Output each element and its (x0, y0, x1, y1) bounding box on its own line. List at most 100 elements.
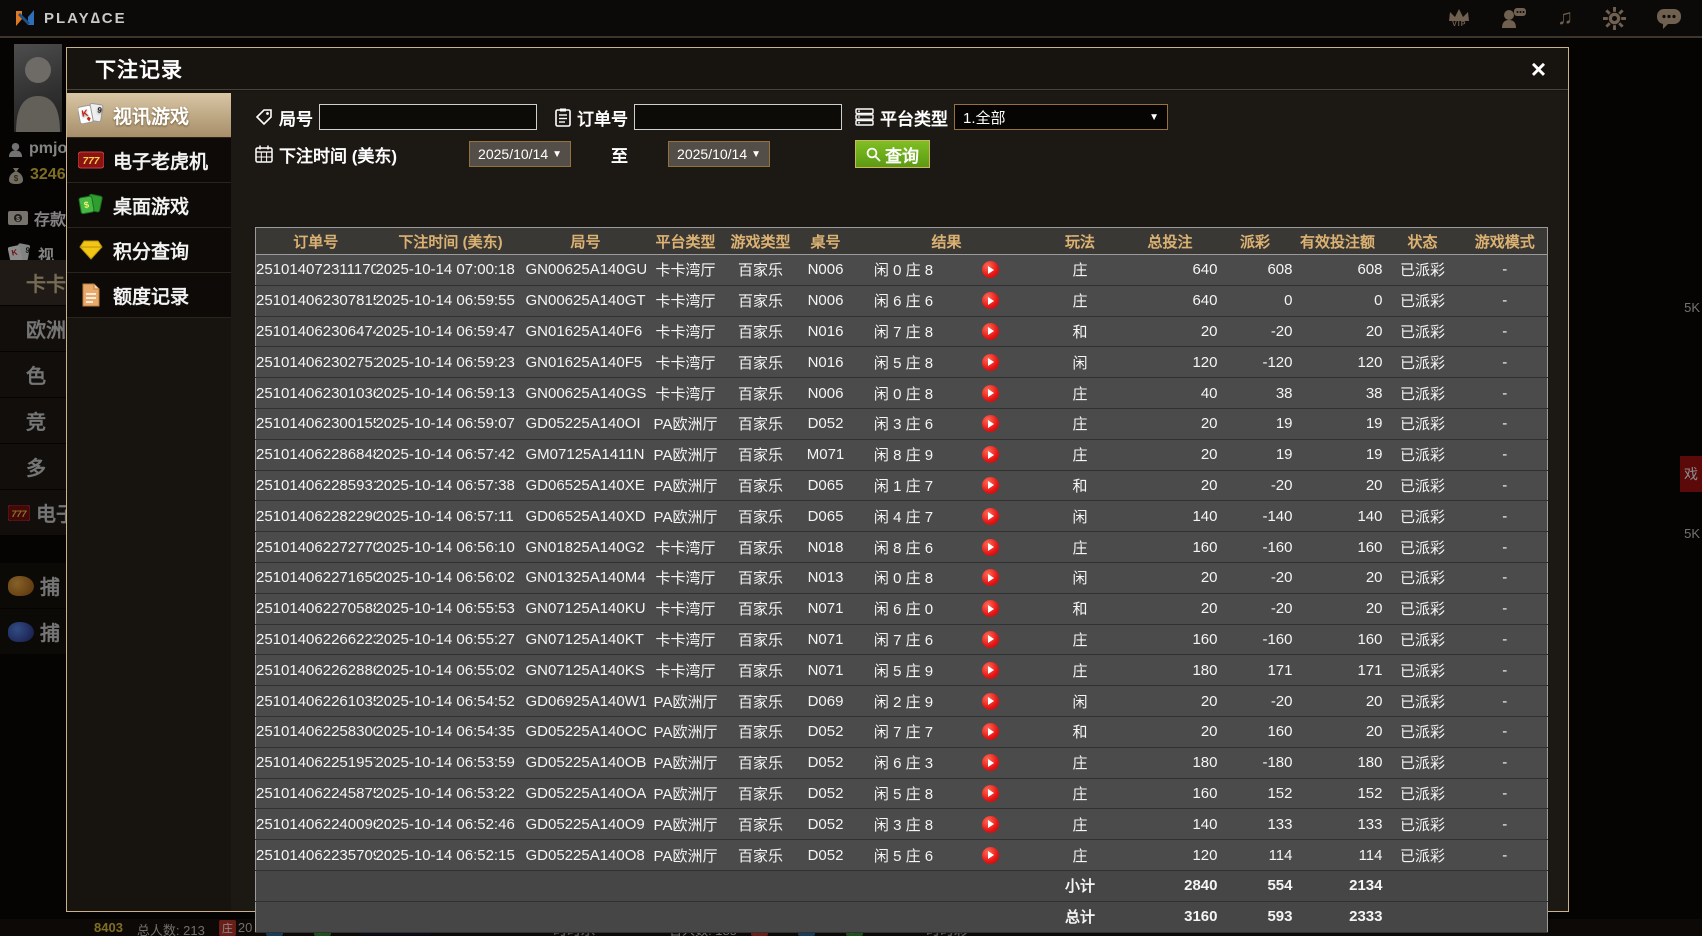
replay-play-button[interactable] (981, 784, 999, 802)
cell-play-type: 庄 (1037, 624, 1123, 656)
cell-order: 251014062262886 (255, 654, 376, 687)
cell-order: 251014062251957 (255, 747, 376, 779)
cell-play-type: 庄 (1037, 285, 1123, 317)
replay-play-button[interactable] (981, 815, 999, 833)
result-wrap: 闲 5 庄 8 (856, 783, 1038, 804)
table-row: 251014062258300 2025-10-14 06:54:35 GD0522… (255, 716, 1548, 748)
result-text: 闲 5 庄 9 (873, 662, 934, 680)
cell-time: 2025-10-14 06:52:15 (375, 839, 526, 871)
replay-play-button[interactable] (981, 723, 999, 741)
replay-play-button[interactable] (981, 322, 999, 340)
cell-time: 2025-10-14 06:59:55 (375, 285, 526, 317)
cell-game-mode: - (1462, 562, 1548, 594)
cell-total-bet: 160 (1122, 778, 1218, 810)
cell-round: GN07125A140KU (525, 593, 646, 625)
sidebar-item-points-query[interactable]: 积分查询 (67, 228, 231, 273)
platform-select[interactable]: 1.全部 ▼ (954, 104, 1168, 130)
cell-table: D069 (795, 685, 856, 717)
replay-play-button[interactable] (981, 538, 999, 556)
date-to-select[interactable]: 2025/10/14 ▼ (668, 141, 771, 167)
replay-play-button[interactable] (981, 754, 999, 772)
replay-play-button[interactable] (981, 661, 999, 679)
cell-game-type: 百家乐 (725, 747, 796, 779)
cell-game-mode: - (1462, 654, 1548, 687)
cell-game-mode: - (1462, 747, 1548, 779)
cell-play-type: 庄 (1037, 654, 1123, 687)
cell-platform: PA欧洲厅 (645, 470, 726, 502)
replay-play-button[interactable] (981, 476, 999, 494)
cell-game-mode: - (1462, 593, 1548, 625)
search-button[interactable]: 查询 (855, 140, 930, 168)
replay-play-button[interactable] (981, 415, 999, 433)
chat-icon[interactable] (1656, 7, 1682, 30)
replay-play-button[interactable] (981, 353, 999, 371)
table-row: 251014062301036 2025-10-14 06:59:13 GN0062… (255, 377, 1548, 409)
result-text: 闲 7 庄 6 (873, 631, 934, 649)
sidebar-item-table-games[interactable]: $ 桌面游戏 (67, 183, 231, 228)
cell-status: 已派彩 (1382, 377, 1463, 409)
col-time: 下注时间 (美东) (375, 227, 526, 255)
replay-play-button[interactable] (981, 692, 999, 710)
result-wrap: 闲 0 庄 8 (856, 383, 1038, 404)
cell-game-type: 百家乐 (725, 593, 796, 625)
cell-total-bet: 180 (1122, 747, 1218, 779)
cell-payout: 19 (1217, 439, 1293, 471)
cell-valid-bet: 20 (1292, 593, 1383, 625)
close-icon[interactable]: × (1531, 56, 1546, 82)
replay-play-button[interactable] (981, 261, 999, 279)
cell-payout: 152 (1217, 778, 1293, 810)
cell-time: 2025-10-14 06:55:27 (375, 624, 526, 656)
order-input[interactable] (634, 104, 842, 130)
support-icon[interactable] (1501, 6, 1527, 30)
total-row: 总计 3160 593 2333 (255, 900, 1548, 933)
vip-label: VIP (1452, 21, 1467, 28)
cell-status: 已派彩 (1382, 685, 1463, 717)
table-header: 订单号 下注时间 (美东) 局号 平台类型 游戏类型 桌号 结果 玩法 总投注 … (255, 227, 1548, 255)
replay-play-button[interactable] (981, 384, 999, 402)
replay-play-button[interactable] (981, 446, 999, 464)
replay-play-button[interactable] (981, 846, 999, 864)
cell-platform: 卡卡湾厅 (645, 562, 726, 594)
replay-play-button[interactable] (981, 630, 999, 648)
table-row: 251014062262886 2025-10-14 06:55:02 GN0712… (255, 654, 1548, 687)
result-text: 闲 3 庄 8 (873, 816, 934, 834)
result-wrap: 闲 7 庄 6 (856, 629, 1038, 650)
play-icon (988, 851, 994, 860)
cell-table: N016 (795, 316, 856, 348)
to-label: 至 (611, 146, 629, 166)
cell-payout: -140 (1217, 500, 1293, 533)
settings-icon[interactable] (1603, 6, 1626, 30)
cell-round: GN07125A140KS (525, 654, 646, 687)
round-input[interactable] (319, 104, 537, 130)
music-icon[interactable]: ♫ (1557, 7, 1573, 28)
cell-platform: PA欧洲厅 (645, 778, 726, 810)
cell-valid-bet: 20 (1292, 716, 1383, 748)
replay-play-button[interactable] (981, 600, 999, 618)
cell-game-mode: - (1462, 624, 1548, 656)
dialog-body: 9 K 视讯游戏 777 电子老虎机 $ 桌面游戏 积分查询 额度记录 局号 订… (67, 91, 1568, 933)
dialog-header: 下注记录 × (67, 48, 1568, 90)
cell-status: 已派彩 (1382, 408, 1463, 440)
cell-valid-bet: 38 (1292, 377, 1383, 409)
cell-play-type: 闲 (1037, 500, 1123, 533)
result-wrap: 闲 8 庄 6 (856, 537, 1038, 558)
cell-game-type: 百家乐 (725, 778, 796, 810)
col-valid-bet: 有效投注额 (1292, 227, 1383, 255)
table-row: 251014062240096 2025-10-14 06:52:46 GD0522… (255, 808, 1548, 841)
vip-icon[interactable]: VIP (1447, 8, 1471, 28)
replay-play-button[interactable] (981, 569, 999, 587)
col-result: 结果 (855, 227, 1038, 255)
sidebar-item-quota-records[interactable]: 额度记录 (67, 273, 231, 318)
replay-play-button[interactable] (981, 292, 999, 310)
tag-icon (255, 109, 272, 126)
result-text: 闲 0 庄 8 (873, 385, 934, 403)
play-icon (988, 727, 994, 736)
sidebar-item-slots[interactable]: 777 电子老虎机 (67, 138, 231, 183)
sidebar-item-video-games[interactable]: 9 K 视讯游戏 (67, 93, 242, 138)
cell-time: 2025-10-14 06:59:47 (375, 316, 526, 348)
cell-payout: 171 (1217, 654, 1293, 687)
replay-play-button[interactable] (981, 507, 999, 525)
total-valid-bet: 2333 (1292, 900, 1383, 933)
date-from-select[interactable]: 2025/10/14 ▼ (469, 141, 572, 167)
dialog-side-menu: 9 K 视讯游戏 777 电子老虎机 $ 桌面游戏 积分查询 额度记录 (67, 93, 242, 318)
